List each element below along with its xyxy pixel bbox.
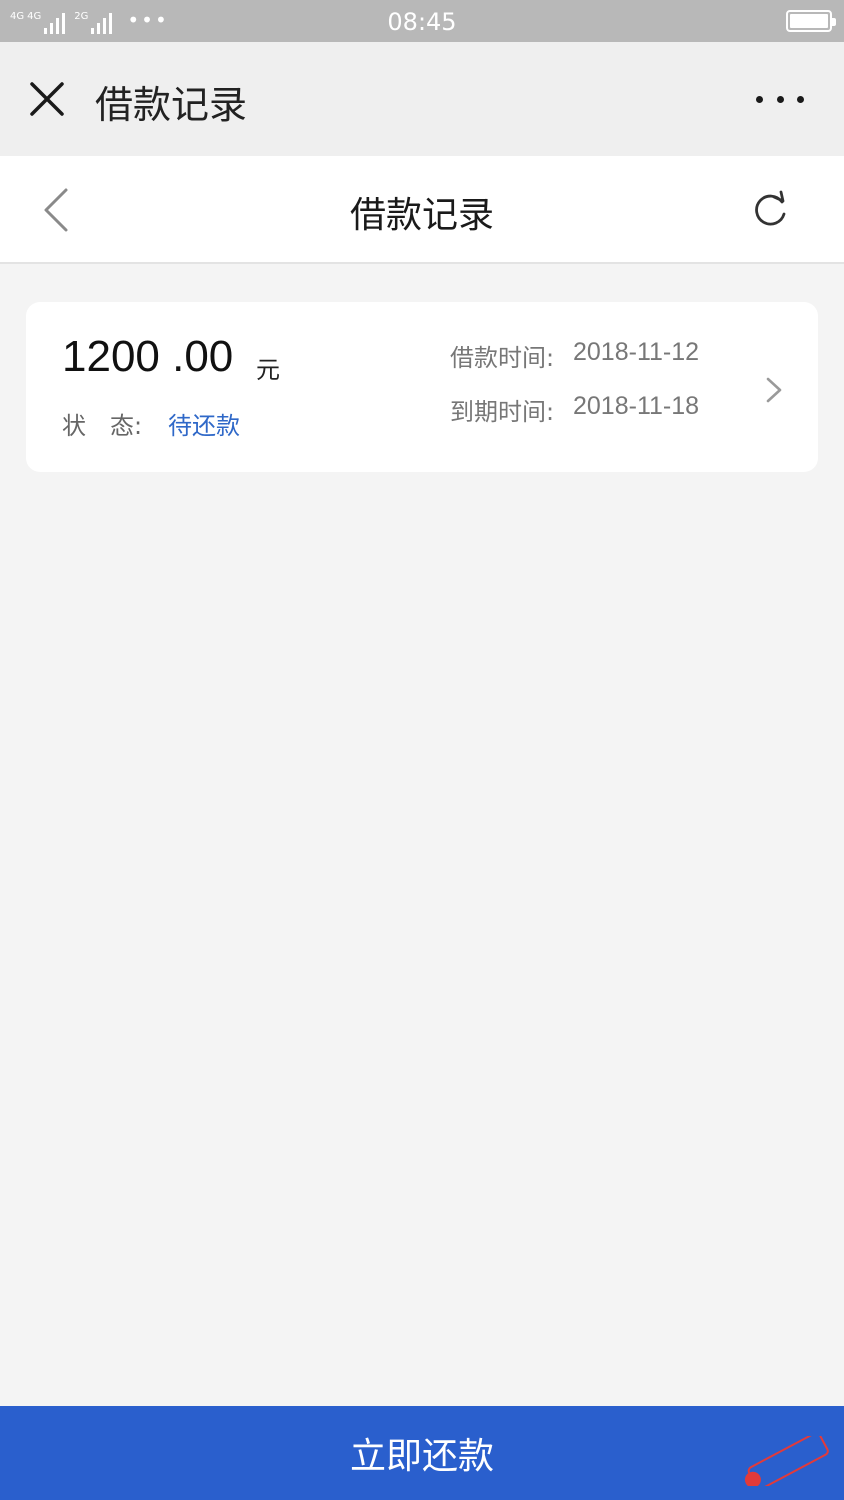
- loan-date-label: 借款时间:: [450, 344, 555, 372]
- due-date-label: 到期时间:: [450, 398, 555, 426]
- watermark-logo: [738, 1431, 834, 1490]
- status-label: 状 态:: [62, 412, 143, 440]
- due-date: 2018-11-18: [573, 392, 700, 420]
- loan-record-card[interactable]: 1200 .00 元 状 态: 待还款 借款时间: 2018-11-12 到期时…: [26, 302, 818, 472]
- more-dots-icon[interactable]: [756, 86, 804, 112]
- repay-now-label: 立即还款: [349, 1436, 494, 1477]
- chevron-right-icon: [764, 376, 784, 404]
- page-nav: 借款记录: [0, 156, 844, 264]
- refresh-icon[interactable]: [748, 188, 792, 232]
- status-bar: 4G 4G 2G ••• 08:45: [0, 0, 844, 42]
- app-header: 借款记录: [0, 42, 844, 156]
- close-icon[interactable]: [26, 78, 68, 120]
- battery-icon: [786, 10, 836, 32]
- repay-now-button[interactable]: 立即还款: [0, 1406, 844, 1500]
- amount-unit: 元: [256, 356, 280, 384]
- clock: 08:45: [387, 8, 457, 36]
- page-title: 借款记录: [349, 195, 494, 236]
- app-title: 借款记录: [95, 83, 248, 127]
- loan-date: 2018-11-12: [573, 338, 700, 366]
- loan-amount: 1200 .00: [62, 332, 234, 381]
- status-badge: 待还款: [168, 412, 240, 440]
